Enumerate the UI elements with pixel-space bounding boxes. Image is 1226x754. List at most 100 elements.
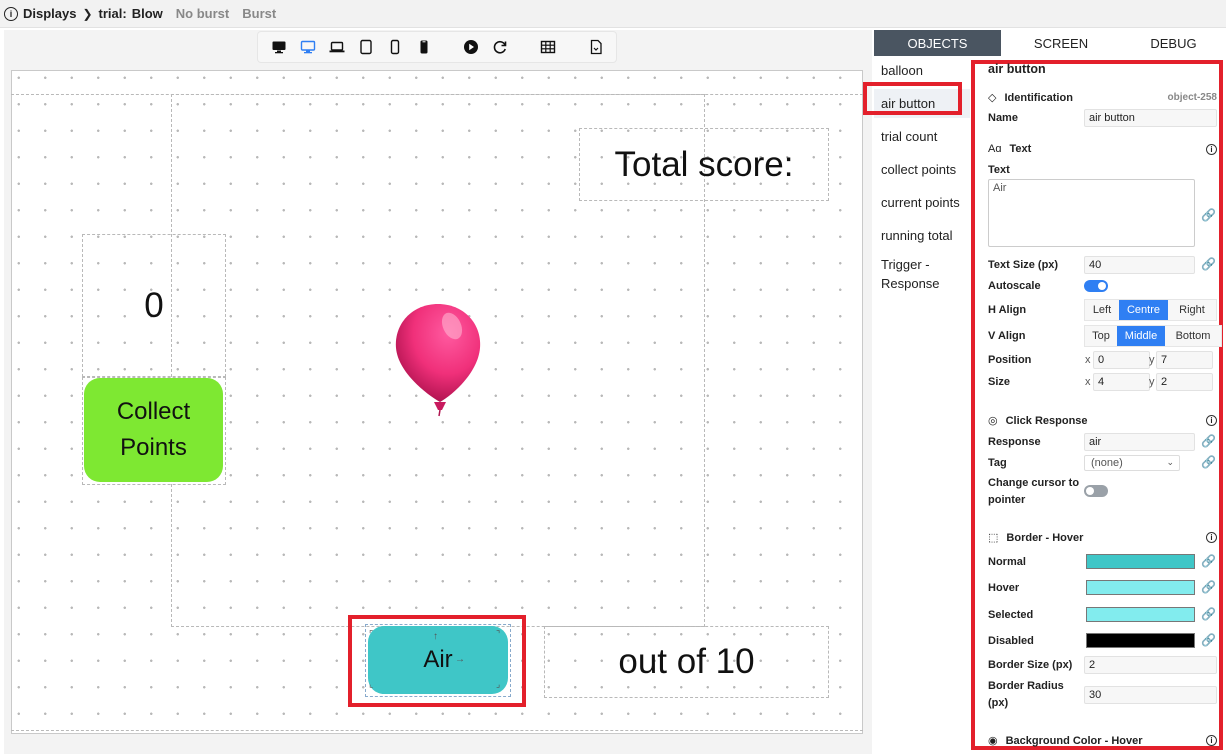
link-icon[interactable]: 🔗 xyxy=(1201,209,1216,222)
info-icon[interactable]: i xyxy=(4,6,18,21)
autoscale-label: Autoscale xyxy=(988,280,1041,292)
play-icon[interactable] xyxy=(463,39,479,55)
info-icon[interactable]: i xyxy=(1206,415,1217,426)
highlight-box xyxy=(348,615,526,707)
balloon-image[interactable] xyxy=(392,298,484,418)
text-icon: Aɑ xyxy=(988,143,1002,155)
v-align-control: Top Middle Bottom xyxy=(1084,325,1222,347)
selected-color-swatch[interactable] xyxy=(1086,607,1195,622)
link-icon[interactable]: 🔗 xyxy=(1201,555,1216,568)
breadcrumb-root[interactable]: Displays xyxy=(23,6,76,21)
text-heading-label: Text xyxy=(1009,143,1032,155)
text-heading: Aɑ Text xyxy=(988,143,1031,155)
tag-icon: ◇ xyxy=(988,92,997,104)
identification-heading: ◇ Identification xyxy=(988,91,1073,105)
v-align-middle[interactable]: Middle xyxy=(1117,326,1165,346)
panel-title: air button xyxy=(988,62,1046,76)
size-y-field[interactable]: 2 xyxy=(1156,373,1213,391)
name-field[interactable]: air button xyxy=(1084,109,1217,127)
current-points-value: 0 xyxy=(144,285,164,325)
response-label: Response xyxy=(988,436,1041,448)
cursor-toggle[interactable] xyxy=(1084,485,1108,497)
click-icon: ◎ xyxy=(988,415,998,427)
position-x-field[interactable]: 0 xyxy=(1093,351,1150,369)
laptop-icon[interactable] xyxy=(329,39,345,55)
tag-label: Tag xyxy=(988,457,1007,469)
phone-icon[interactable] xyxy=(387,39,403,55)
list-item[interactable]: Trigger - Response xyxy=(874,250,970,298)
canvas-guide xyxy=(11,730,863,731)
info-icon[interactable]: i xyxy=(1206,735,1217,746)
text-label: Text xyxy=(988,164,1010,176)
border-size-field[interactable]: 2 xyxy=(1084,656,1217,674)
palette-icon: ◉ xyxy=(988,735,998,747)
list-item[interactable]: trial count xyxy=(874,122,970,151)
desktop-icon[interactable] xyxy=(271,39,287,55)
link-icon[interactable]: 🔗 xyxy=(1201,608,1216,621)
v-align-top[interactable]: Top xyxy=(1085,326,1117,346)
selected-color-label: Selected xyxy=(988,609,1034,621)
response-field[interactable]: air xyxy=(1084,433,1195,451)
autoscale-toggle[interactable] xyxy=(1084,280,1108,292)
list-item[interactable]: collect points xyxy=(874,155,970,184)
info-icon[interactable]: i xyxy=(1206,144,1217,155)
link-icon[interactable]: 🔗 xyxy=(1201,435,1216,448)
normal-color-label: Normal xyxy=(988,556,1026,568)
link-icon[interactable]: 🔗 xyxy=(1201,258,1216,271)
link-icon[interactable]: 🔗 xyxy=(1201,581,1216,594)
tag-select-value: (none) xyxy=(1091,457,1123,469)
h-align-control: Left Centre Right xyxy=(1084,299,1217,321)
export-icon[interactable] xyxy=(588,39,604,55)
tab-screen[interactable]: SCREEN xyxy=(1001,30,1121,56)
v-align-bottom[interactable]: Bottom xyxy=(1165,326,1221,346)
highlight-box xyxy=(863,82,962,115)
size-x-field[interactable]: 4 xyxy=(1093,373,1150,391)
text-field[interactable]: Air xyxy=(988,179,1195,247)
normal-color-swatch[interactable] xyxy=(1086,554,1195,569)
breadcrumb-current[interactable]: Blow xyxy=(132,6,163,21)
tab-debug[interactable]: DEBUG xyxy=(1121,30,1226,56)
border-radius-field[interactable]: 30 xyxy=(1084,686,1217,704)
size-y-label: y xyxy=(1149,376,1155,388)
h-align-centre[interactable]: Centre xyxy=(1119,300,1168,320)
size-label: Size xyxy=(988,376,1011,388)
chevron-down-icon: ⌄ xyxy=(1166,457,1174,467)
tag-select[interactable]: (none) ⌄ xyxy=(1084,455,1180,471)
list-item[interactable]: balloon xyxy=(874,56,970,85)
list-item[interactable]: running total xyxy=(874,221,970,250)
total-score-label: Total score: xyxy=(614,144,794,184)
collect-points-button[interactable]: Collect Points xyxy=(84,378,223,482)
breadcrumb-no-burst[interactable]: No burst xyxy=(176,6,229,21)
border-radius-label-line2: (px) xyxy=(988,697,1009,709)
tab-objects[interactable]: OBJECTS xyxy=(874,30,1001,56)
text-size-field[interactable]: 40 xyxy=(1084,256,1195,274)
desktop-active-icon[interactable] xyxy=(300,39,316,55)
h-align-left[interactable]: Left xyxy=(1085,300,1119,320)
text-size-label: Text Size (px) xyxy=(988,259,1059,271)
background-hover-heading-label: Background Color - Hover xyxy=(1005,734,1143,747)
hover-color-swatch[interactable] xyxy=(1086,580,1195,595)
v-align-label: V Align xyxy=(988,330,1026,342)
refresh-icon[interactable] xyxy=(492,39,508,55)
phone-dark-icon[interactable] xyxy=(416,39,432,55)
list-item[interactable]: current points xyxy=(874,188,970,217)
info-icon[interactable]: i xyxy=(1206,532,1217,543)
identification-heading-label: Identification xyxy=(1004,91,1073,104)
breadcrumb-trial-label: trial: xyxy=(98,6,127,21)
inspector-tabs: OBJECTS SCREEN DEBUG xyxy=(874,30,1226,56)
link-icon[interactable]: 🔗 xyxy=(1201,634,1216,647)
tablet-icon[interactable] xyxy=(358,39,374,55)
position-y-field[interactable]: 7 xyxy=(1156,351,1213,369)
disabled-color-swatch[interactable] xyxy=(1086,633,1195,648)
hover-color-label: Hover xyxy=(988,582,1020,594)
out-of-label: out of 10 xyxy=(618,642,755,681)
link-icon[interactable]: 🔗 xyxy=(1201,456,1216,469)
position-label: Position xyxy=(988,354,1032,366)
grid-icon[interactable] xyxy=(540,39,556,55)
h-align-right[interactable]: Right xyxy=(1168,300,1216,320)
collect-label-line1: Collect xyxy=(116,398,191,425)
click-response-heading: ◎ Click Response xyxy=(988,414,1088,428)
breadcrumb-burst[interactable]: Burst xyxy=(242,6,276,21)
border-hover-heading-label: Border - Hover xyxy=(1006,531,1084,544)
border-radius-label-line1: Border Radius xyxy=(988,680,1064,692)
